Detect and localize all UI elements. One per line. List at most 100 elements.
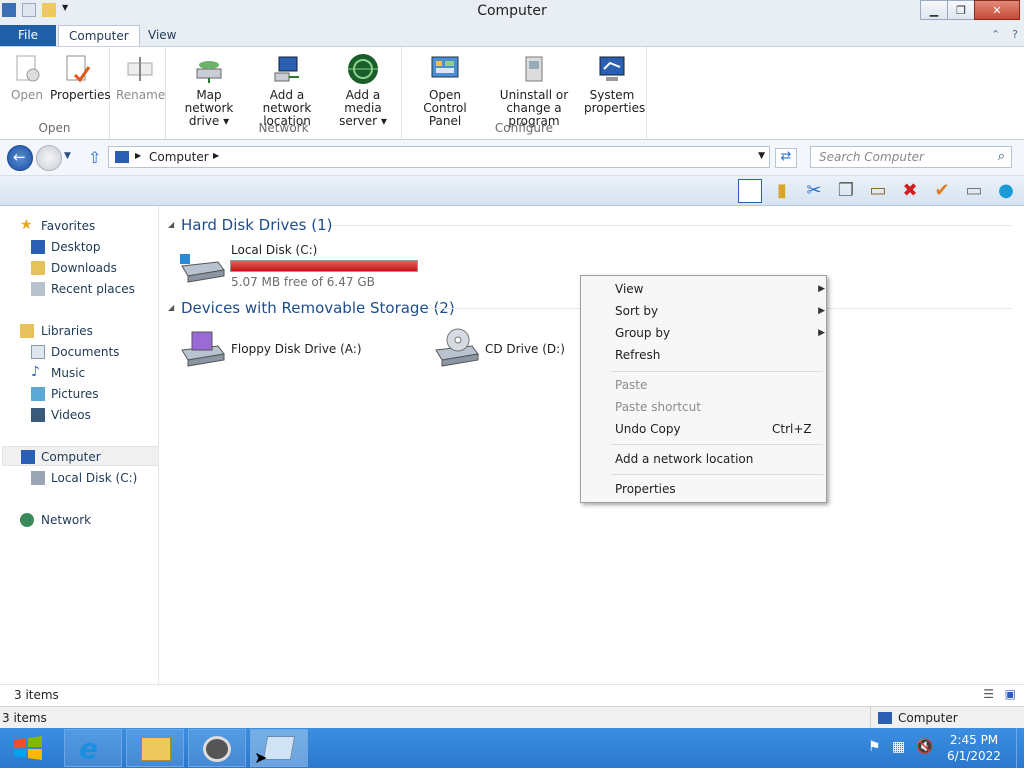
cd-drive-icon bbox=[432, 328, 480, 371]
windows-logo-icon bbox=[14, 736, 42, 760]
network-tray-icon[interactable]: ▦ bbox=[892, 739, 905, 755]
item-count-bottom: 3 items bbox=[2, 711, 47, 725]
network-drive-icon bbox=[193, 53, 225, 85]
sidebar-item-recent-places[interactable]: Recent places bbox=[0, 279, 157, 299]
local-disk-item[interactable]: Local Disk (C:) 5.07 MB free of 6.47 GB bbox=[176, 242, 446, 292]
menu-separator bbox=[611, 371, 823, 372]
menu-item-paste[interactable]: Paste bbox=[615, 378, 647, 392]
title-bar: ▼ Computer ▁ ❐ ✕ bbox=[0, 0, 1024, 24]
search-input[interactable]: Search Computer ⌕ bbox=[810, 146, 1012, 168]
add-loc-label-1: Add a network bbox=[262, 88, 312, 115]
open-control-panel-button[interactable]: Open Control Panel bbox=[408, 53, 482, 128]
sidebar-item-computer[interactable]: Computer bbox=[2, 446, 159, 466]
properties-button[interactable]: Properties bbox=[50, 53, 111, 102]
menu-item-group-by[interactable]: Group by ▶ bbox=[615, 326, 825, 340]
menu-item-view[interactable]: View ▶ bbox=[615, 282, 825, 296]
menu-item-add-network-location[interactable]: Add a network location bbox=[615, 452, 753, 466]
help-icon[interactable]: ? bbox=[1012, 28, 1018, 41]
sidebar-item-downloads[interactable]: Downloads bbox=[0, 258, 157, 278]
rename-label: Rename bbox=[116, 88, 166, 102]
drive-name: CD Drive (D:) bbox=[485, 342, 565, 356]
menu-item-refresh[interactable]: Refresh bbox=[615, 348, 660, 362]
tab-computer[interactable]: Computer bbox=[58, 25, 140, 46]
window-title: Computer bbox=[477, 3, 547, 19]
menu-item-properties[interactable]: Properties bbox=[615, 482, 676, 496]
map-network-drive-button[interactable]: Map network drive ▾ bbox=[172, 53, 246, 128]
preview-pane-icon[interactable] bbox=[738, 179, 762, 203]
clock[interactable]: 2:45 PM 6/1/2022 bbox=[946, 732, 1002, 764]
maximize-button[interactable]: ❐ bbox=[947, 0, 975, 20]
menu-item-sort-by[interactable]: Sort by ▶ bbox=[615, 304, 825, 318]
chevron-right-icon: ▶ bbox=[135, 151, 142, 160]
rename-button[interactable]: Rename bbox=[116, 53, 166, 102]
minimize-button[interactable]: ▁ bbox=[920, 0, 948, 20]
menu-item-paste-shortcut[interactable]: Paste shortcut bbox=[615, 400, 701, 414]
recent-locations-icon[interactable]: ▼ bbox=[64, 151, 71, 161]
add-media-label-1: Add a media bbox=[344, 88, 382, 115]
refresh-icon[interactable]: ⇄ bbox=[775, 148, 797, 168]
sidebar-item-desktop[interactable]: Desktop bbox=[0, 237, 157, 257]
tab-view[interactable]: View bbox=[138, 25, 186, 46]
network-group: Map network drive ▾ Add a network locati… bbox=[166, 47, 402, 139]
close-button[interactable]: ✕ bbox=[974, 0, 1020, 20]
item-count: 3 items bbox=[14, 688, 59, 702]
search-icon[interactable]: ⌕ bbox=[998, 149, 1005, 164]
uninstall-label-1: Uninstall or bbox=[499, 88, 569, 102]
hard-drive-icon bbox=[178, 252, 226, 287]
details-view-icon[interactable]: ☰ bbox=[983, 687, 994, 701]
uninstall-program-button[interactable]: Uninstall or change a program bbox=[486, 53, 582, 128]
flag-icon[interactable]: ⚑ bbox=[868, 739, 881, 755]
raccoon-icon bbox=[203, 736, 231, 762]
sidebar-label: Recent places bbox=[51, 282, 135, 296]
open-button[interactable]: Open bbox=[8, 53, 46, 102]
floppy-drive-item[interactable]: Floppy Disk Drive (A:) bbox=[176, 326, 416, 370]
minimize-ribbon-icon[interactable]: ⌃ bbox=[991, 28, 1000, 41]
up-arrow-icon[interactable]: ⇧ bbox=[88, 148, 101, 167]
back-button[interactable]: ← bbox=[7, 145, 33, 171]
taskbar-raccoon-app[interactable] bbox=[188, 729, 246, 767]
sidebar-label: Desktop bbox=[51, 240, 101, 254]
collapse-arrow-icon[interactable]: ◢ bbox=[168, 303, 174, 312]
system-properties-button[interactable]: System properties bbox=[584, 53, 645, 115]
address-bar[interactable]: ▶ Computer ▶ ▼ bbox=[108, 146, 770, 168]
collapse-arrow-icon[interactable]: ◢ bbox=[168, 220, 174, 229]
forward-button[interactable] bbox=[36, 145, 62, 171]
properties-label: Properties bbox=[50, 88, 111, 102]
sidebar-item-videos[interactable]: Videos bbox=[0, 405, 157, 425]
section-divider bbox=[332, 225, 1012, 226]
show-desktop-button[interactable] bbox=[1016, 728, 1024, 768]
address-dropdown-icon[interactable]: ▼ bbox=[758, 151, 765, 161]
start-button[interactable] bbox=[8, 732, 48, 764]
cd-drive-item[interactable]: CD Drive (D:) bbox=[430, 326, 590, 370]
rename-icon bbox=[124, 53, 156, 85]
section-header-hard-disks[interactable]: Hard Disk Drives (1) bbox=[181, 216, 332, 234]
sidebar-item-libraries[interactable]: Libraries bbox=[0, 321, 157, 341]
folder-options-icon[interactable]: ▮ bbox=[770, 179, 794, 203]
system-label-2: properties bbox=[584, 101, 646, 115]
tab-file[interactable]: File bbox=[0, 25, 56, 46]
add-network-location-button[interactable]: Add a network location bbox=[248, 53, 326, 128]
section-header-removable[interactable]: Devices with Removable Storage (2) bbox=[181, 299, 455, 317]
copy-icon[interactable]: ❐ bbox=[834, 179, 858, 203]
menu-item-undo-copy[interactable]: Undo Copy Ctrl+Z bbox=[615, 422, 812, 436]
paste-icon[interactable]: ▭ bbox=[866, 179, 890, 203]
sidebar-item-pictures[interactable]: Pictures bbox=[0, 384, 157, 404]
tiles-view-icon[interactable]: ▣ bbox=[1005, 687, 1016, 701]
sidebar-item-documents[interactable]: Documents bbox=[0, 342, 157, 362]
check-icon[interactable]: ✔ bbox=[930, 179, 954, 203]
rename-icon[interactable]: ▭ bbox=[962, 179, 986, 203]
cut-icon[interactable]: ✂ bbox=[802, 179, 826, 203]
add-media-server-button[interactable]: Add a media server ▾ bbox=[328, 53, 398, 128]
sidebar-item-music[interactable]: ♪ Music bbox=[0, 363, 157, 383]
sidebar-item-local-disk[interactable]: Local Disk (C:) bbox=[0, 468, 157, 488]
sidebar-item-favorites[interactable]: ★ Favorites bbox=[0, 216, 157, 236]
sidebar-item-network[interactable]: Network bbox=[0, 510, 157, 530]
globe-icon[interactable]: ● bbox=[994, 179, 1018, 203]
system-icon bbox=[596, 53, 628, 85]
volume-muted-icon[interactable]: 🔇 bbox=[916, 739, 933, 755]
system-label-1: System bbox=[589, 88, 635, 102]
delete-icon[interactable]: ✖ bbox=[898, 179, 922, 203]
taskbar-internet-explorer[interactable]: e bbox=[64, 729, 122, 767]
libraries-icon bbox=[20, 324, 34, 338]
taskbar-file-explorer[interactable] bbox=[126, 729, 184, 767]
